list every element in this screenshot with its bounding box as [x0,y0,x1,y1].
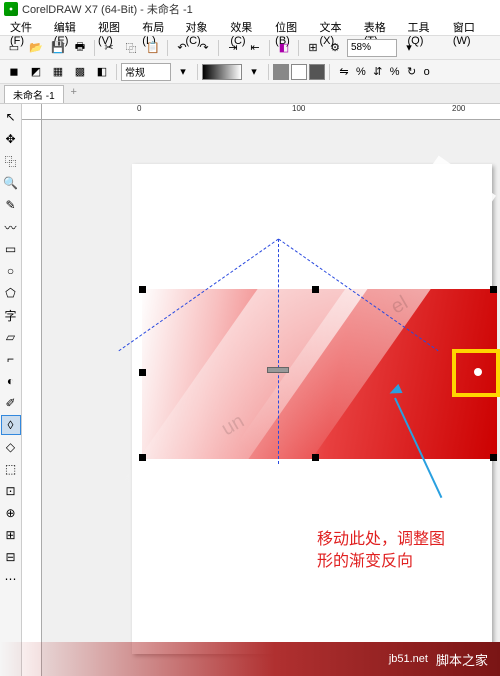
copy-icon[interactable]: ⿻ [121,38,141,58]
menu-window[interactable]: 窗口(W) [449,18,494,35]
gradient-axis-line[interactable] [278,239,279,464]
zoom-input[interactable]: 58% [347,39,397,57]
smart-drawing-tool-icon[interactable]: ⊕ [1,503,21,523]
new-icon[interactable]: ▭ [4,38,24,58]
y-unit: % [390,66,400,78]
fill-type-3-icon[interactable]: ▦ [48,62,68,82]
selection-handle[interactable] [490,286,497,293]
selection-handle[interactable] [139,369,146,376]
polygon-tool-icon[interactable]: ⬠ [1,283,21,303]
add-tab-icon[interactable]: + [66,86,82,102]
menu-table[interactable]: 表格(T) [360,18,402,35]
window-title: CorelDRAW X7 (64-Bit) - 未命名 -1 [22,1,193,17]
export-icon[interactable]: ⇤ [245,38,265,58]
outline-tool-icon[interactable]: ◇ [1,437,21,457]
selection-handle[interactable] [139,286,146,293]
selection-handle[interactable] [139,454,146,461]
fill-type-1-icon[interactable]: ◼ [4,62,24,82]
selection-handle[interactable] [490,454,497,461]
ruler-vertical[interactable] [22,120,42,676]
color-swatch-2[interactable] [291,64,307,80]
angle-unit: o [424,66,430,78]
highlight-box [452,349,500,397]
style-dropdown-icon[interactable]: ▾ [173,62,193,82]
pick-tool-icon[interactable]: ↖ [1,107,21,127]
toolbar-main: ▭ 📂 💾 🖶 ✂ ⿻ 📋 ↶ ↷ ⇥ ⇤ ◧ ⊞ ⚙ 58% ▾ [0,36,500,60]
gradient-dropdown-icon[interactable]: ▾ [244,62,264,82]
text-tool-icon[interactable]: 字 [1,305,21,325]
ellipse-tool-icon[interactable]: ○ [1,261,21,281]
fill-type-2-icon[interactable]: ◩ [26,62,46,82]
selection-handle[interactable] [312,286,319,293]
style-select[interactable]: 常规 [121,63,171,81]
mirror-h-icon[interactable]: ⇋ [334,62,354,82]
artistic-tool-icon[interactable]: 〰 [1,217,21,237]
paste-icon[interactable]: 📋 [143,38,163,58]
ruler-origin[interactable] [22,104,42,120]
menu-view[interactable]: 视图(V) [94,18,136,35]
options-icon[interactable]: ⚙ [325,38,345,58]
gradient-mid-slider[interactable] [267,367,289,373]
gradient-preview[interactable] [202,64,242,80]
effects-tool-icon[interactable]: ◐ [1,371,21,391]
ruler-tick: 200 [452,104,465,113]
ruler-tick: 0 [137,104,141,113]
snap-icon[interactable]: ⊞ [303,38,323,58]
table-tool-icon[interactable]: ⊞ [1,525,21,545]
interactive-tool-icon[interactable]: ⬚ [1,459,21,479]
color-swatch-1[interactable] [273,64,289,80]
cut-icon[interactable]: ✂ [99,38,119,58]
zoom-tool-icon[interactable]: 🔍 [1,173,21,193]
menu-effects[interactable]: 效果(C) [226,18,269,35]
color-swatch-3[interactable] [309,64,325,80]
fill-type-5-icon[interactable]: ◧ [92,62,112,82]
ruler-horizontal[interactable]: 0 100 200 [42,104,500,120]
menu-bitmap[interactable]: 位图(B) [271,18,313,35]
crop-tool-icon[interactable]: ⿻ [1,151,21,171]
shape-tool-icon[interactable]: ✥ [1,129,21,149]
doc-tab-active[interactable]: 未命名 -1 [4,85,64,103]
selection-handle[interactable] [312,454,319,461]
canvas[interactable]: 0 100 200 un el 移动此处，调整图 形的渐变反向 [22,104,500,676]
menu-file[interactable]: 文件(F) [6,18,48,35]
menu-object[interactable]: 对象(C) [181,18,224,35]
import-icon[interactable]: ⇥ [223,38,243,58]
document-tabs: 未命名 -1 + [0,84,500,104]
rotate-icon[interactable]: ↻ [402,62,422,82]
toolbar-property: ◼ ◩ ▦ ▩ ◧ 常规 ▾ ▾ ⇋ % ⇵ % ↻ o [0,60,500,84]
eyedropper-tool-icon[interactable]: ✐ [1,393,21,413]
app-logo-icon [4,2,18,16]
fill-type-4-icon[interactable]: ▩ [70,62,90,82]
more-tools-icon[interactable]: ⋯ [1,569,21,589]
x-unit: % [356,66,366,78]
transparency-tool-icon[interactable]: ⊡ [1,481,21,501]
menu-edit[interactable]: 编辑(E) [50,18,92,35]
annotation-line2: 形的渐变反向 [317,551,445,573]
annotation-text: 移动此处，调整图 形的渐变反向 [317,529,445,573]
ruler-tick: 100 [292,104,305,113]
toolbox: ↖ ✥ ⿻ 🔍 ✎ 〰 ▭ ○ ⬠ 字 ▱ ⌐ ◐ ✐ ◊ ◇ ⬚ ⊡ ⊕ ⊞ … [0,104,22,676]
dimension-tool-icon[interactable]: ⊟ [1,547,21,567]
connector-tool-icon[interactable]: ⌐ [1,349,21,369]
fill-tool-icon[interactable]: ◊ [1,415,21,435]
footer-brand-text: 脚本之家 [436,650,488,669]
launch-icon[interactable]: ◧ [274,38,294,58]
footer-site: jb51.net [389,653,428,665]
freehand-tool-icon[interactable]: ✎ [1,195,21,215]
menu-text[interactable]: 文本(X) [315,18,357,35]
open-icon[interactable]: 📂 [26,38,46,58]
mirror-v-icon[interactable]: ⇵ [368,62,388,82]
footer-watermark: jb51.net 脚本之家 [0,642,500,676]
save-icon[interactable]: 💾 [48,38,68,58]
parallel-tool-icon[interactable]: ▱ [1,327,21,347]
undo-icon[interactable]: ↶ [172,38,192,58]
print-icon[interactable]: 🖶 [70,38,90,58]
rectangle-tool-icon[interactable]: ▭ [1,239,21,259]
menu-layout[interactable]: 布局(L) [138,18,179,35]
zoom-dropdown-icon[interactable]: ▾ [399,38,419,58]
menubar: 文件(F) 编辑(E) 视图(V) 布局(L) 对象(C) 效果(C) 位图(B… [0,18,500,36]
redo-icon[interactable]: ↷ [194,38,214,58]
menu-tools[interactable]: 工具(Q) [403,18,446,35]
annotation-line1: 移动此处，调整图 [317,529,445,551]
